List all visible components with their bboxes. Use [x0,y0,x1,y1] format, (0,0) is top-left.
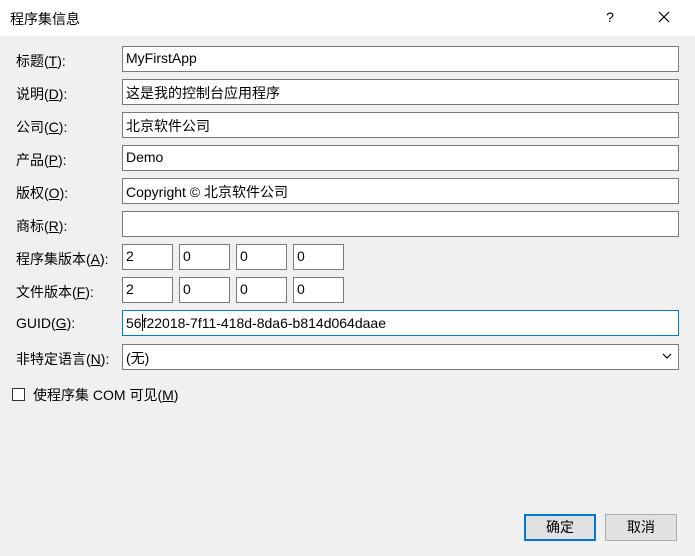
neutral-language-value: (无) [126,350,150,366]
guid-input[interactable]: 56f22018-7f11-418d-8da6-b814d064daae [122,310,679,336]
title-bar: 程序集信息 ? [0,0,695,36]
label-file-version: 文件版本(F): [16,284,94,300]
file-version-minor[interactable]: 0 [179,277,230,303]
title-input[interactable]: MyFirstApp [122,46,679,72]
company-input[interactable]: 北京软件公司 [122,112,679,138]
label-company: 公司(C): [16,119,68,135]
assembly-version-major[interactable]: 2 [122,244,173,270]
assembly-version-revision[interactable]: 0 [293,244,344,270]
label-neutral-language: 非特定语言(N): [16,351,110,367]
com-visible-label[interactable]: 使程序集 COM 可见(M) [33,385,178,405]
trademark-input[interactable] [122,211,679,237]
close-icon [658,11,670,23]
help-button[interactable]: ? [596,3,624,31]
ok-button[interactable]: 确定 [524,514,596,541]
label-title: 标题(T): [16,53,66,69]
neutral-language-select[interactable]: (无) [122,344,679,370]
label-trademark: 商标(R): [16,218,68,234]
com-visible-checkbox[interactable] [12,388,25,401]
file-version-build[interactable]: 0 [236,277,287,303]
file-version-revision[interactable]: 0 [293,277,344,303]
label-copyright: 版权(O): [16,185,69,201]
chevron-down-icon [662,353,672,359]
close-button[interactable] [650,3,678,31]
description-input[interactable]: 这是我的控制台应用程序 [122,79,679,105]
assembly-version-minor[interactable]: 0 [179,244,230,270]
product-input[interactable]: Demo [122,145,679,171]
dialog-title: 程序集信息 [10,11,80,27]
file-version-major[interactable]: 2 [122,277,173,303]
copyright-input[interactable]: Copyright © 北京软件公司 [122,178,679,204]
cancel-button[interactable]: 取消 [605,514,677,541]
label-assembly-version: 程序集版本(A): [16,251,109,267]
label-product: 产品(P): [16,152,67,168]
label-description: 说明(D): [16,86,68,102]
label-guid: GUID(G): [16,315,76,331]
assembly-version-build[interactable]: 0 [236,244,287,270]
